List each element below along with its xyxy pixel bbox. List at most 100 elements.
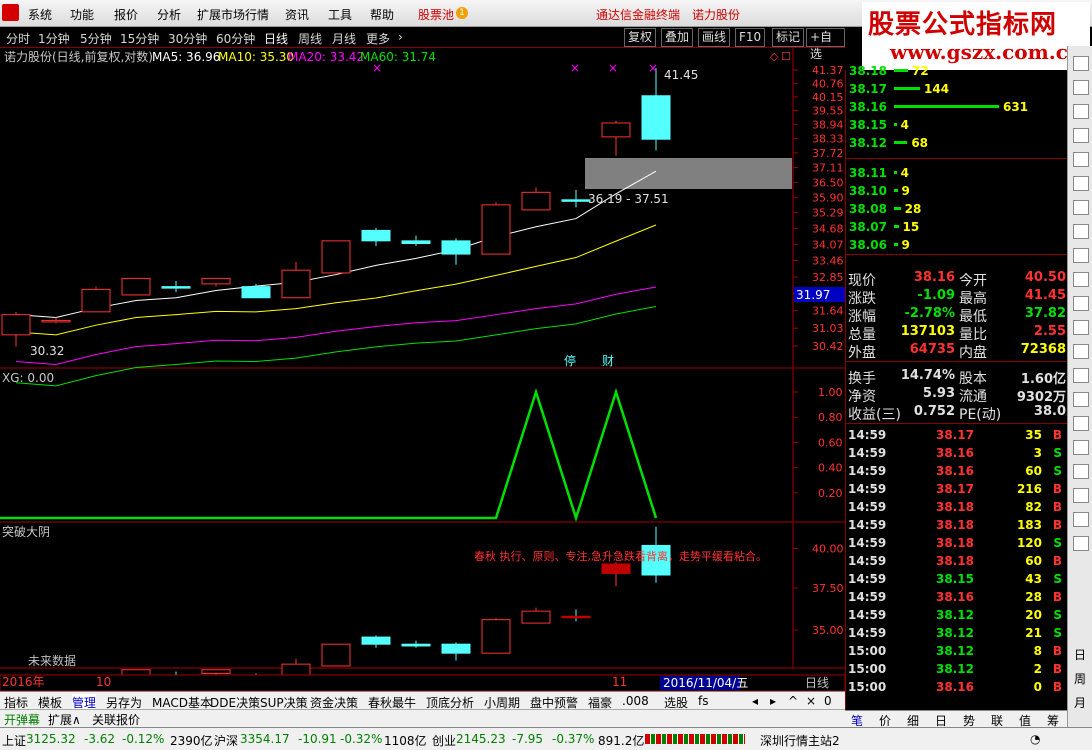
- mark-button[interactable]: 标记: [772, 28, 805, 47]
- up-arrow-icon[interactable]: [1073, 56, 1089, 71]
- period-tab-monthly[interactable]: 月线: [332, 30, 356, 47]
- add-watchlist-button[interactable]: +自选: [806, 28, 845, 61]
- flag-icon[interactable]: [1073, 464, 1089, 479]
- sidebar-period-tab[interactable]: 日: [1074, 646, 1086, 663]
- candle[interactable]: [561, 189, 591, 208]
- kline-chart-svg[interactable]: 41.3740.7640.1539.5538.94 38.3337.72 37.11…: [0, 48, 846, 693]
- sub-candle[interactable]: [361, 635, 391, 648]
- grid-icon[interactable]: [1073, 176, 1089, 191]
- candle[interactable]: [1, 311, 31, 347]
- candle[interactable]: [441, 238, 471, 265]
- window-icon[interactable]: [1073, 248, 1089, 263]
- kline-chart-area[interactable]: 41.37 40.76 40.15 39.55 38.94 38.33 37.72 37.11…: [0, 48, 846, 693]
- rank-icon[interactable]: [1073, 296, 1089, 311]
- sidebar-period-tab[interactable]: 周: [1074, 670, 1086, 687]
- ask-row[interactable]: 38.12 68: [846, 134, 1068, 152]
- box-icon[interactable]: [1073, 536, 1089, 551]
- chart-icon[interactable]: [1073, 104, 1089, 119]
- candle[interactable]: [121, 277, 151, 296]
- cy-index-label[interactable]: 创业: [432, 732, 456, 749]
- candle[interactable]: [241, 283, 271, 299]
- bell-icon[interactable]: [1073, 392, 1089, 407]
- sub-candle[interactable]: [321, 643, 351, 667]
- bars-icon[interactable]: [1073, 152, 1089, 167]
- ask-row[interactable]: 38.18 72: [846, 62, 1068, 80]
- sidebar-period-tab[interactable]: 月: [1074, 694, 1086, 711]
- sub-candle[interactable]: [481, 617, 511, 654]
- candle[interactable]: [321, 240, 351, 274]
- candle[interactable]: [281, 262, 311, 299]
- dollar-icon[interactable]: [1073, 416, 1089, 431]
- indicator-nav-icon[interactable]: 0: [824, 694, 832, 708]
- period-tab-30min[interactable]: 30分钟: [168, 30, 207, 47]
- hand-icon[interactable]: [1073, 320, 1089, 335]
- period-tab-weekly[interactable]: 周线: [298, 30, 322, 47]
- overlay-button[interactable]: 叠加: [661, 28, 694, 47]
- period-tab-daily[interactable]: 日线: [264, 30, 288, 47]
- sub-candle[interactable]: [201, 669, 231, 676]
- chevron-right-icon[interactable]: ›: [398, 30, 403, 44]
- candle[interactable]: [41, 317, 71, 324]
- candle[interactable]: [81, 286, 111, 313]
- indicator-tab[interactable]: fs: [698, 694, 708, 708]
- sub-candle[interactable]: [521, 607, 551, 624]
- book-icon[interactable]: [1073, 80, 1089, 95]
- menu-help[interactable]: 帮助: [370, 6, 394, 23]
- period-tab-1min[interactable]: 1分钟: [38, 30, 70, 47]
- period-tab-timeshare[interactable]: 分时: [6, 30, 30, 47]
- candle[interactable]: [161, 281, 191, 293]
- candle[interactable]: [481, 202, 511, 255]
- candle[interactable]: [521, 187, 551, 211]
- server-label[interactable]: 深圳行情主站2: [760, 732, 840, 749]
- adjust-button[interactable]: 复权: [624, 28, 657, 47]
- menu-function[interactable]: 功能: [70, 6, 94, 23]
- bid-row[interactable]: 38.10 9: [846, 182, 1068, 200]
- f10-icon[interactable]: [1073, 224, 1089, 239]
- list-icon[interactable]: [1073, 128, 1089, 143]
- candle[interactable]: [601, 120, 631, 156]
- candle[interactable]: [201, 277, 231, 287]
- indicator-nav-icon[interactable]: ▸: [770, 694, 776, 708]
- pointer-icon[interactable]: [1073, 368, 1089, 383]
- marker-finance[interactable]: 财: [602, 354, 614, 368]
- diamond-icon[interactable]: ◇: [770, 50, 779, 63]
- indicator-nav-icon[interactable]: ◂: [752, 694, 758, 708]
- export-icon[interactable]: [1073, 488, 1089, 503]
- indicator-nav-icon[interactable]: ×: [806, 694, 816, 708]
- table-icon[interactable]: [1073, 200, 1089, 215]
- sub-candle[interactable]: [561, 609, 591, 622]
- rsi-icon[interactable]: [1073, 440, 1089, 455]
- ask-row[interactable]: 38.16 631: [846, 98, 1068, 116]
- danmaku-button[interactable]: 开弹幕: [4, 711, 40, 728]
- menu-info[interactable]: 资讯: [285, 6, 309, 23]
- candle[interactable]: [401, 235, 431, 247]
- menu-tools[interactable]: 工具: [328, 6, 352, 23]
- menu-analysis[interactable]: 分析: [157, 6, 181, 23]
- wifi-icon[interactable]: ◔: [1030, 732, 1040, 746]
- close-icon[interactable]: ☐: [781, 50, 791, 63]
- period-tab-15min[interactable]: 15分钟: [120, 30, 159, 47]
- menu-system[interactable]: 系统: [28, 6, 52, 23]
- ask-row[interactable]: 38.15 4: [846, 116, 1068, 134]
- f10-button[interactable]: F10: [735, 28, 766, 47]
- period-tab-5min[interactable]: 5分钟: [80, 30, 112, 47]
- candle[interactable]: [361, 227, 391, 247]
- menu-quote[interactable]: 报价: [114, 6, 138, 23]
- draw-line-button[interactable]: 画线: [698, 28, 731, 47]
- f5-icon[interactable]: [1073, 512, 1089, 527]
- app-logo-icon[interactable]: [2, 4, 19, 21]
- stock-pool-button[interactable]: 股票池: [418, 6, 454, 23]
- hs-index-label[interactable]: 沪深: [214, 732, 238, 749]
- bid-row[interactable]: 38.11 4: [846, 164, 1068, 182]
- bid-row[interactable]: 38.07 15: [846, 218, 1068, 236]
- pie-icon[interactable]: [1073, 272, 1089, 287]
- expand-button[interactable]: 扩展∧: [48, 711, 81, 728]
- period-tab-more[interactable]: 更多: [366, 30, 390, 47]
- related-quote-button[interactable]: 关联报价: [92, 711, 140, 728]
- bid-row[interactable]: 38.06 9: [846, 236, 1068, 254]
- bid-row[interactable]: 38.08 28: [846, 200, 1068, 218]
- sh-index-label[interactable]: 上证: [2, 732, 26, 749]
- marker-suspend[interactable]: 停: [564, 353, 576, 368]
- period-tab-60min[interactable]: 60分钟: [216, 30, 255, 47]
- ask-row[interactable]: 38.17 144: [846, 80, 1068, 98]
